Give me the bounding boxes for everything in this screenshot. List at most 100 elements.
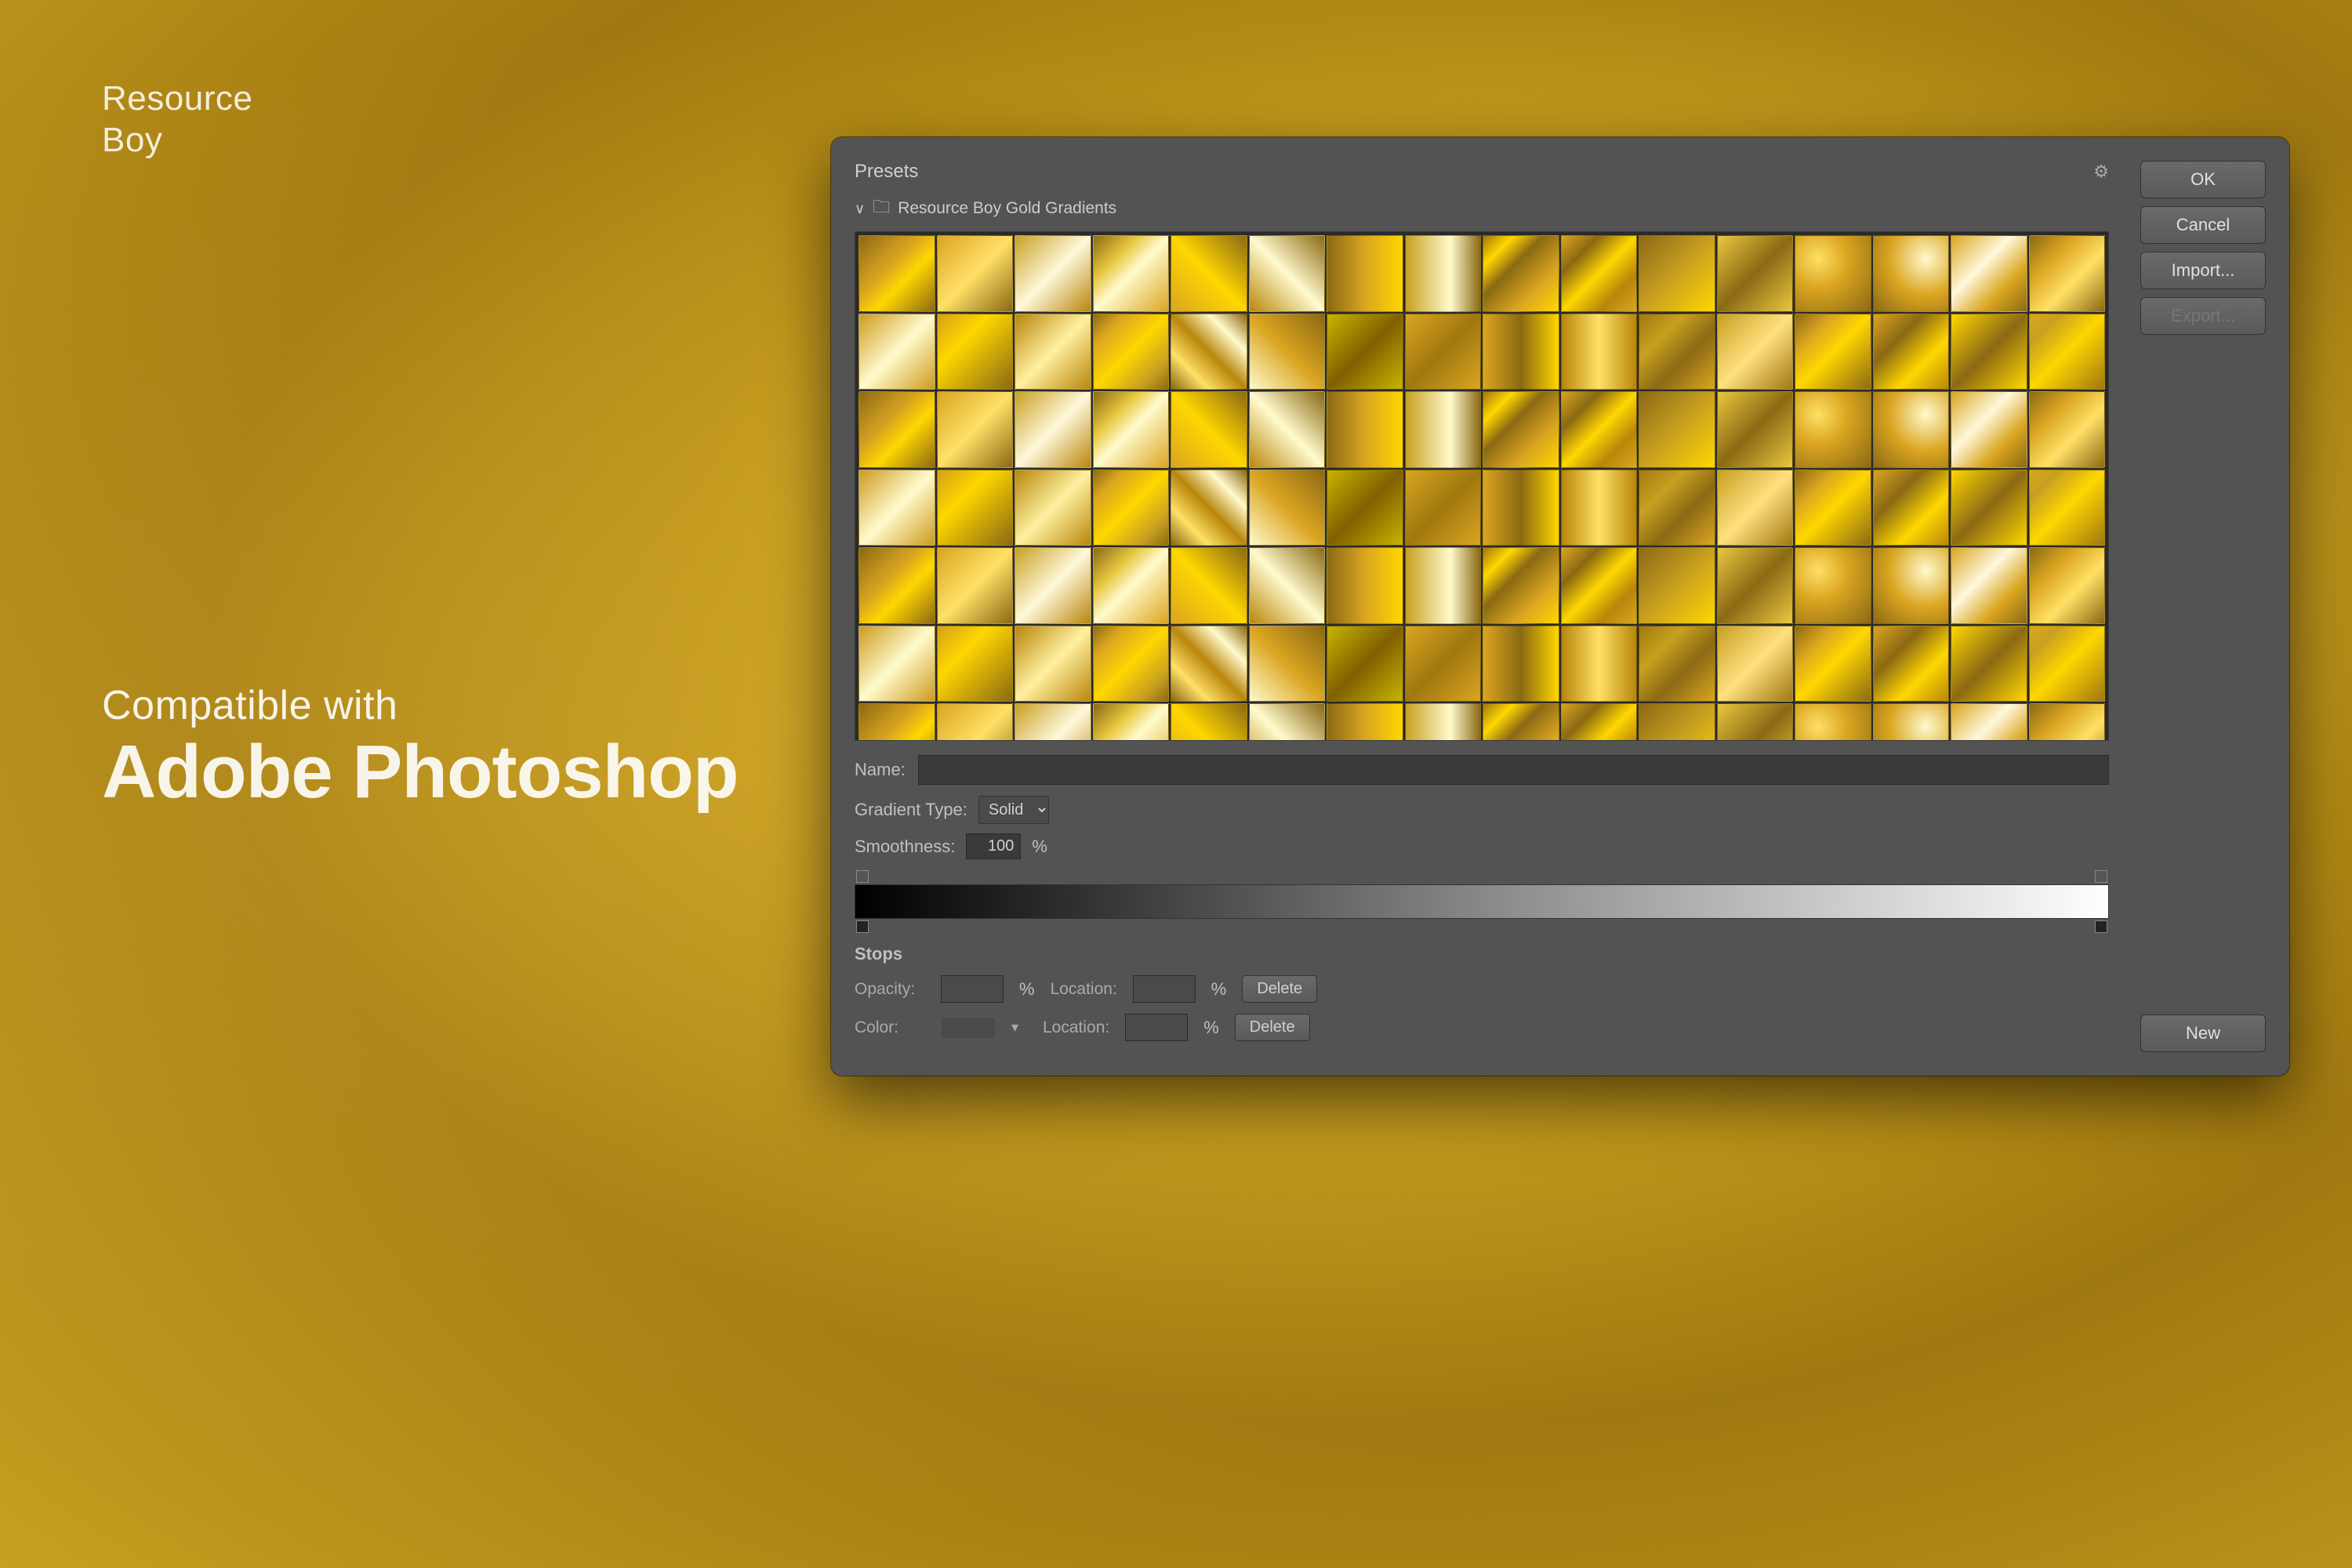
- gradient-cell[interactable]: [1873, 314, 1950, 390]
- gradient-cell[interactable]: [1951, 626, 2027, 702]
- color-stop-right[interactable]: [2095, 920, 2107, 933]
- gradient-cell[interactable]: [1561, 470, 1638, 546]
- gradient-cell[interactable]: [1014, 391, 1091, 468]
- gradient-cell[interactable]: [937, 547, 1014, 624]
- gradient-cell[interactable]: [1873, 235, 1950, 312]
- gradient-cell[interactable]: [858, 314, 935, 390]
- gradient-cell[interactable]: [1327, 235, 1403, 312]
- smoothness-input[interactable]: [966, 833, 1021, 859]
- gradient-cell[interactable]: [1873, 703, 1950, 740]
- gradient-cell[interactable]: [1561, 235, 1638, 312]
- gradient-cell[interactable]: [1014, 235, 1091, 312]
- gradient-cell[interactable]: [1327, 626, 1403, 702]
- gradient-cell[interactable]: [1639, 626, 1715, 702]
- gradient-cell[interactable]: [1014, 703, 1091, 740]
- gradient-cell[interactable]: [2029, 470, 2106, 546]
- gradient-cell[interactable]: [1014, 547, 1091, 624]
- color-stop-left[interactable]: [856, 920, 869, 933]
- gradient-cell[interactable]: [858, 391, 935, 468]
- new-button[interactable]: New: [2140, 1014, 2266, 1052]
- color-dropdown-icon[interactable]: ▾: [1011, 1019, 1027, 1036]
- gradient-cell[interactable]: [1483, 391, 1559, 468]
- gradient-cell[interactable]: [1639, 547, 1715, 624]
- gradient-cell[interactable]: [1951, 703, 2027, 740]
- gradient-cell[interactable]: [1795, 314, 1871, 390]
- gradient-cell[interactable]: [1171, 626, 1247, 702]
- gradient-cell[interactable]: [1327, 314, 1403, 390]
- gradient-cell[interactable]: [1093, 703, 1170, 740]
- gradient-cell[interactable]: [858, 626, 935, 702]
- gradient-cell[interactable]: [1405, 703, 1482, 740]
- gradient-cell[interactable]: [1795, 703, 1871, 740]
- gradient-cell[interactable]: [858, 235, 935, 312]
- gradient-cell[interactable]: [1093, 314, 1170, 390]
- gradient-cell[interactable]: [1093, 470, 1170, 546]
- opacity-delete-button[interactable]: Delete: [1242, 975, 1317, 1003]
- gradient-cell[interactable]: [1483, 547, 1559, 624]
- gradient-cell[interactable]: [1873, 391, 1950, 468]
- name-input[interactable]: [918, 755, 2109, 785]
- gradient-cell[interactable]: [1249, 626, 1326, 702]
- gradient-cell[interactable]: [1561, 547, 1638, 624]
- gradient-cell[interactable]: [1717, 626, 1794, 702]
- gradient-cell[interactable]: [2029, 626, 2106, 702]
- gradient-cell[interactable]: [937, 391, 1014, 468]
- ok-button[interactable]: OK: [2140, 161, 2266, 198]
- gradient-cell[interactable]: [1639, 314, 1715, 390]
- gradient-cell[interactable]: [1014, 314, 1091, 390]
- gradient-cell[interactable]: [1873, 470, 1950, 546]
- gradient-cell[interactable]: [1171, 470, 1247, 546]
- gradient-cell[interactable]: [2029, 235, 2106, 312]
- color-swatch[interactable]: [941, 1017, 996, 1039]
- gradient-cell[interactable]: [1014, 470, 1091, 546]
- gradient-bar[interactable]: [855, 884, 2109, 919]
- gradient-cell[interactable]: [1171, 703, 1247, 740]
- gradient-cell[interactable]: [1717, 547, 1794, 624]
- gradient-cell[interactable]: [1795, 391, 1871, 468]
- color-delete-button[interactable]: Delete: [1235, 1014, 1310, 1041]
- opacity-stop-left[interactable]: [856, 870, 869, 883]
- gradient-cell[interactable]: [1951, 235, 2027, 312]
- gradient-cell[interactable]: [1327, 470, 1403, 546]
- gradient-cell[interactable]: [1483, 235, 1559, 312]
- gradient-cell[interactable]: [1249, 314, 1326, 390]
- gradient-cell[interactable]: [1795, 470, 1871, 546]
- opacity-stop-right[interactable]: [2095, 870, 2107, 883]
- gradient-cell[interactable]: [1249, 547, 1326, 624]
- opacity-value-input[interactable]: [941, 975, 1004, 1003]
- gradient-cell[interactable]: [1093, 235, 1170, 312]
- gradient-cell[interactable]: [858, 470, 935, 546]
- folder-row[interactable]: ∨ 🗀 Resource Boy Gold Gradients: [855, 194, 2109, 223]
- export-button[interactable]: Export...: [2140, 297, 2266, 335]
- gradient-cell[interactable]: [2029, 547, 2106, 624]
- gradient-cell[interactable]: [2029, 314, 2106, 390]
- gradient-cell[interactable]: [1249, 235, 1326, 312]
- gradient-cell[interactable]: [1717, 470, 1794, 546]
- gradient-cell[interactable]: [1093, 547, 1170, 624]
- gradient-cell[interactable]: [937, 626, 1014, 702]
- gradient-cell[interactable]: [1639, 235, 1715, 312]
- gradient-cell[interactable]: [2029, 703, 2106, 740]
- gradient-cell[interactable]: [1171, 235, 1247, 312]
- gradient-cell[interactable]: [1561, 314, 1638, 390]
- gradient-cell[interactable]: [937, 314, 1014, 390]
- gradient-type-select[interactable]: Solid Noise: [978, 796, 1049, 824]
- gradient-cell[interactable]: [1171, 391, 1247, 468]
- gradient-cell[interactable]: [1171, 314, 1247, 390]
- gradient-cell[interactable]: [1171, 547, 1247, 624]
- gradient-cell[interactable]: [1405, 391, 1482, 468]
- gradient-cell[interactable]: [1405, 235, 1482, 312]
- gradient-cell[interactable]: [1093, 626, 1170, 702]
- gradient-cell[interactable]: [1014, 626, 1091, 702]
- gradient-cell[interactable]: [1951, 391, 2027, 468]
- gradient-cell[interactable]: [937, 470, 1014, 546]
- gradient-cell[interactable]: [1951, 314, 2027, 390]
- gradient-cell[interactable]: [1249, 391, 1326, 468]
- gradient-cell[interactable]: [1795, 235, 1871, 312]
- gradient-cell[interactable]: [1483, 314, 1559, 390]
- gradient-cell[interactable]: [1951, 470, 2027, 546]
- gradient-cell[interactable]: [1405, 626, 1482, 702]
- gradient-cell[interactable]: [1327, 391, 1403, 468]
- gradient-cell[interactable]: [1795, 547, 1871, 624]
- gradient-cell[interactable]: [858, 547, 935, 624]
